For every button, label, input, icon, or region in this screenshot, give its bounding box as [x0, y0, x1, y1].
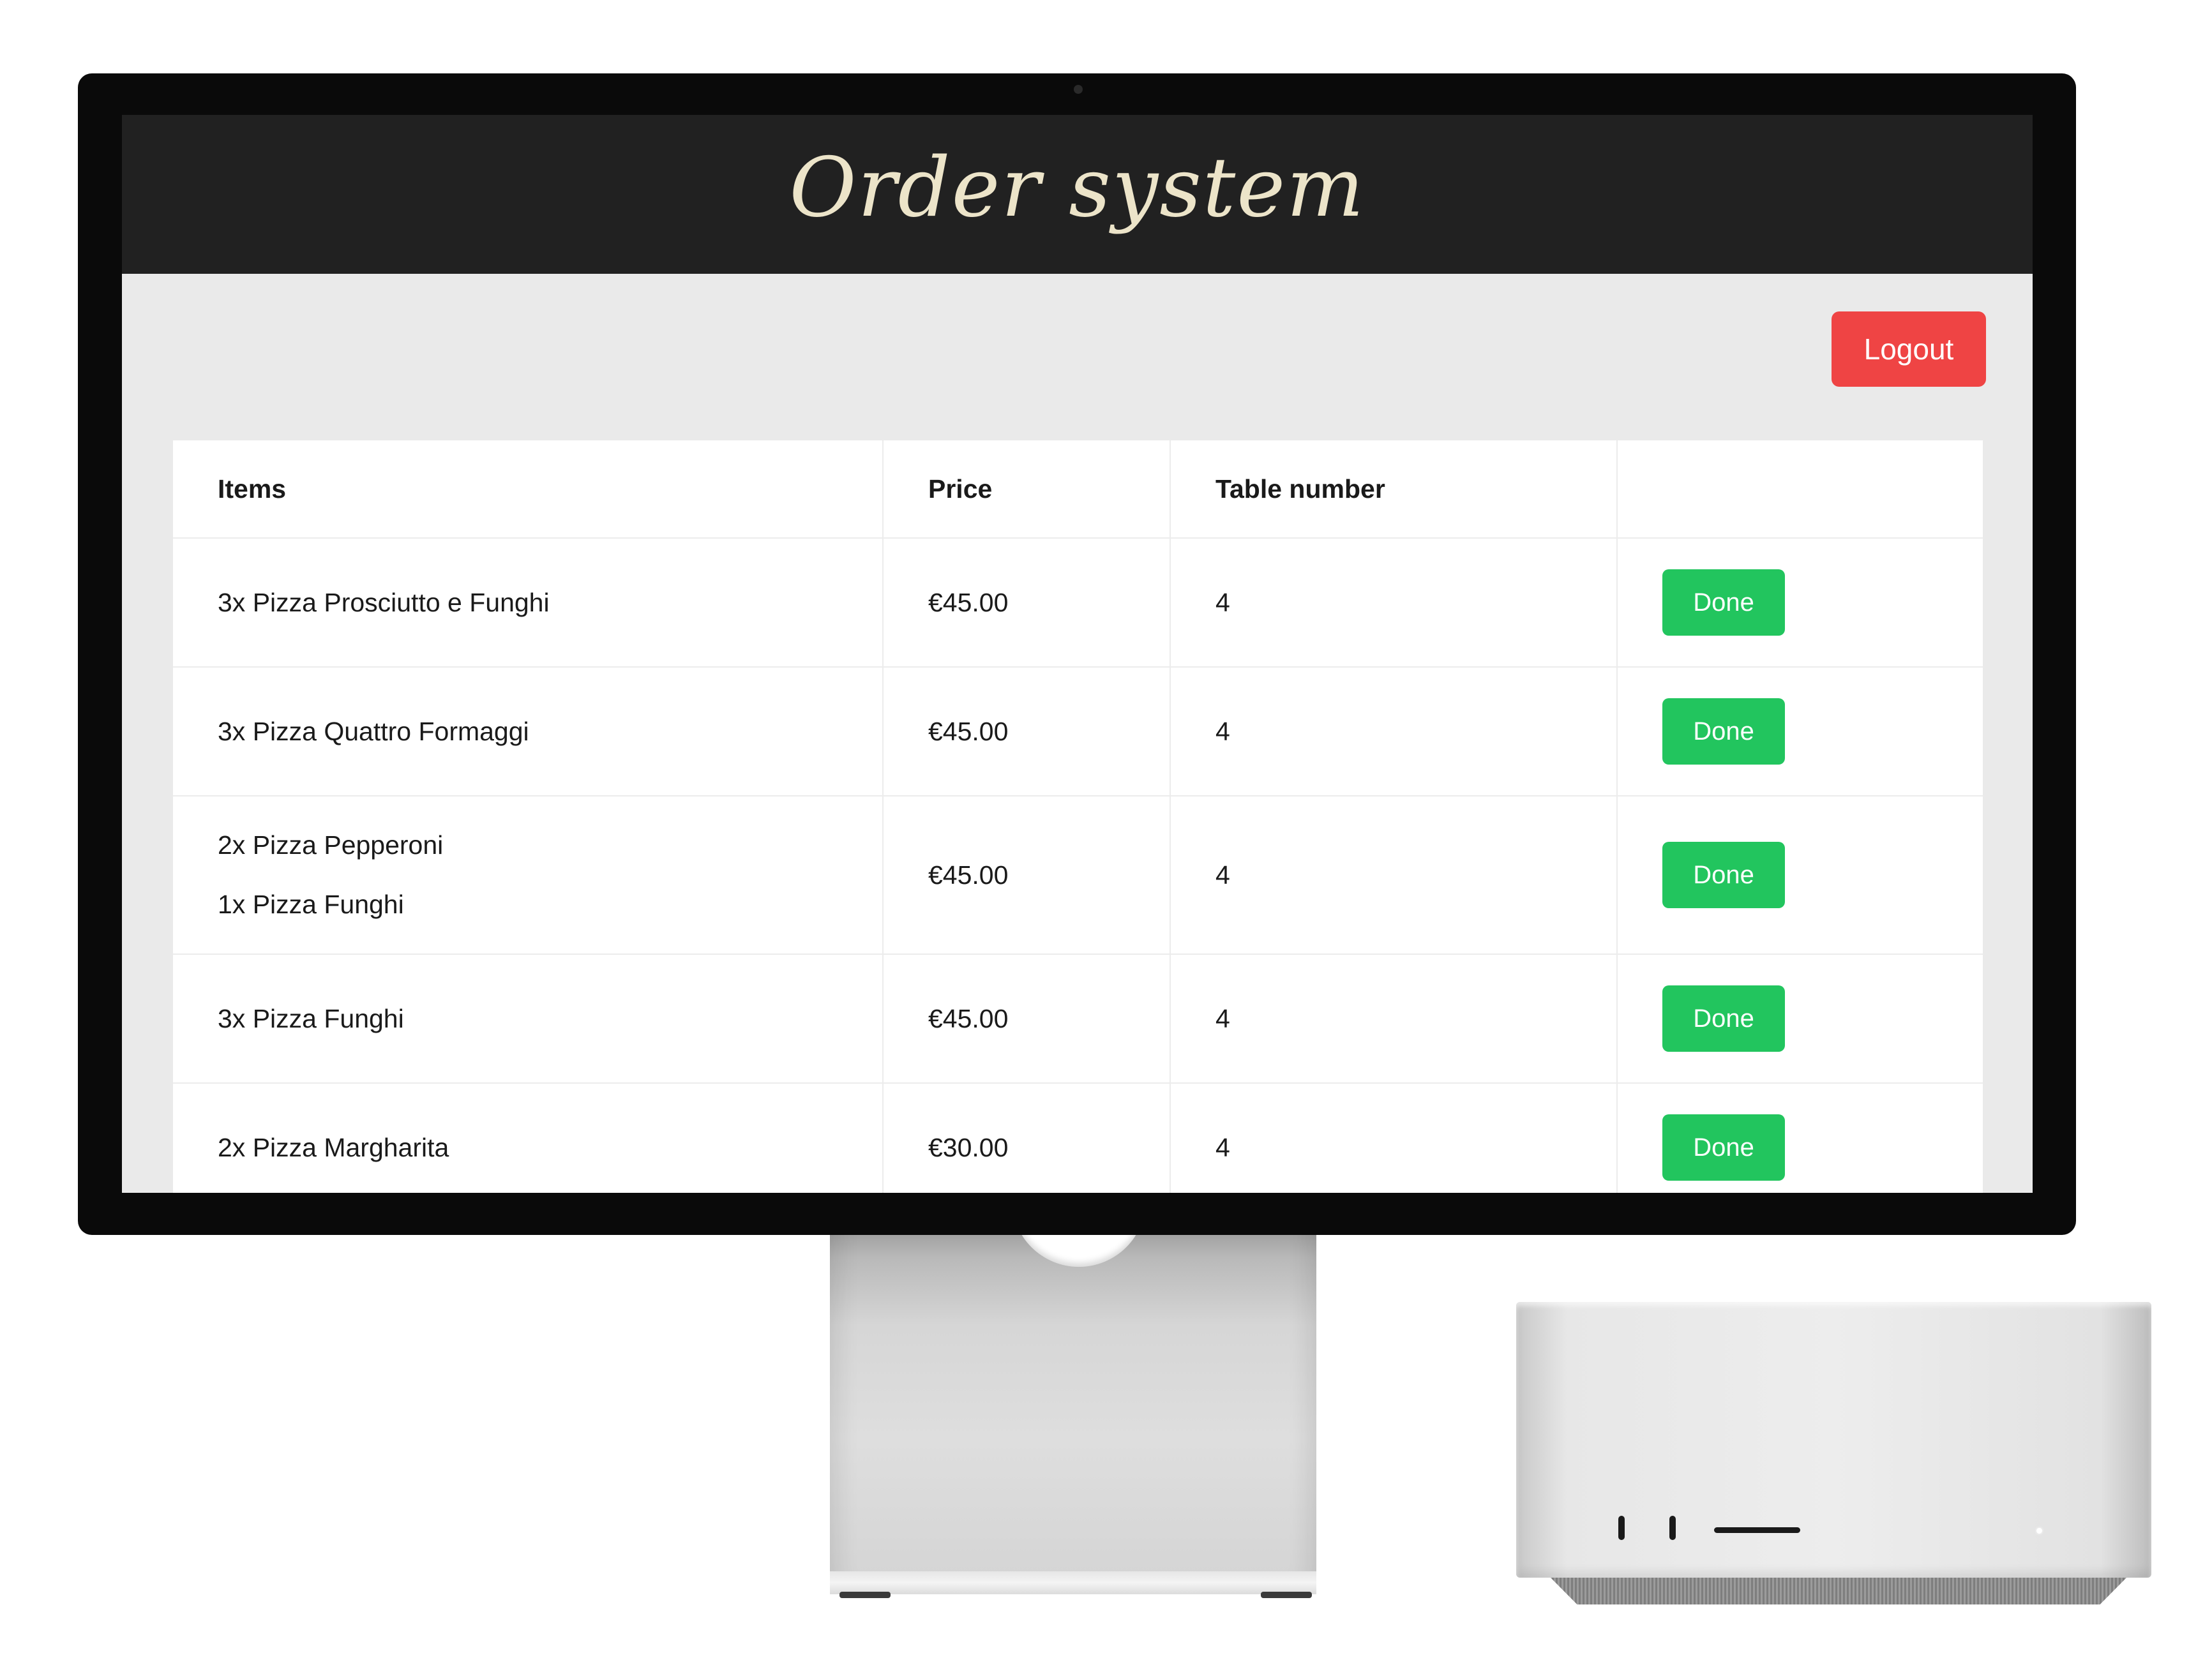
- page-title: Order system: [789, 140, 1366, 236]
- price-cell: €45.00: [883, 796, 1171, 955]
- order-item: 3x Pizza Quattro Formaggi: [218, 716, 529, 746]
- items-cell: 3x Pizza Quattro Formaggi: [173, 667, 884, 796]
- app-header: Order system: [122, 115, 2033, 274]
- done-button[interactable]: Done: [1662, 698, 1785, 765]
- items-cell: 2x Pizza Margharita: [173, 1083, 884, 1193]
- table-number-cell: 4: [1170, 796, 1618, 955]
- items-cell: 3x Pizza Funghi: [173, 954, 884, 1084]
- action-cell: Done: [1617, 796, 1983, 955]
- action-cell: Done: [1617, 538, 1983, 668]
- usb-c-port-icon: [1618, 1516, 1625, 1540]
- table-number-cell: 4: [1170, 538, 1618, 668]
- action-cell: Done: [1617, 954, 1983, 1084]
- monitor-stand: [830, 1213, 1316, 1589]
- table-row: 2x Pizza Pepperoni 1x Pizza Funghi €45.0…: [173, 796, 1983, 955]
- table-number-cell: 4: [1170, 954, 1618, 1084]
- table-row: 3x Pizza Quattro Formaggi €45.00 4 Done: [173, 667, 1983, 796]
- done-button[interactable]: Done: [1662, 569, 1785, 636]
- product-mockup-scene: Order system Logout Items Price Table nu…: [0, 0, 2212, 1660]
- items-cell: 2x Pizza Pepperoni 1x Pizza Funghi: [173, 796, 884, 955]
- table-number-cell: 4: [1170, 1083, 1618, 1193]
- table-row: 3x Pizza Prosciutto e Funghi €45.00 4 Do…: [173, 538, 1983, 668]
- sd-card-slot-icon: [1714, 1527, 1800, 1533]
- price-cell: €30.00: [883, 1083, 1171, 1193]
- order-item: 3x Pizza Funghi: [218, 1003, 404, 1033]
- table-header-row: Items Price Table number: [173, 440, 1983, 539]
- done-button[interactable]: Done: [1662, 1114, 1785, 1181]
- mac-studio: [1516, 1302, 2151, 1578]
- power-led-icon: [2036, 1528, 2042, 1534]
- action-cell: Done: [1617, 1083, 1983, 1193]
- screen: Order system Logout Items Price Table nu…: [122, 115, 2033, 1193]
- price-cell: €45.00: [883, 954, 1171, 1084]
- column-header-price: Price: [883, 440, 1171, 539]
- table-number-cell: 4: [1170, 667, 1618, 796]
- monitor-stand-foot-right: [1261, 1592, 1312, 1598]
- order-item: 3x Pizza Prosciutto e Funghi: [218, 587, 550, 617]
- logout-button[interactable]: Logout: [1832, 311, 1986, 387]
- monitor: Order system Logout Items Price Table nu…: [78, 73, 2076, 1235]
- usb-c-port-icon: [1669, 1516, 1676, 1540]
- mac-studio-base-vent: [1548, 1575, 2129, 1604]
- action-cell: Done: [1617, 667, 1983, 796]
- items-cell: 3x Pizza Prosciutto e Funghi: [173, 538, 884, 668]
- column-header-items: Items: [173, 440, 884, 539]
- order-item: 2x Pizza Pepperoni: [218, 830, 444, 860]
- column-header-table-number: Table number: [1170, 440, 1618, 539]
- camera-icon: [1074, 85, 1083, 94]
- monitor-stand-base: [830, 1571, 1316, 1594]
- table-row: 3x Pizza Funghi €45.00 4 Done: [173, 954, 1983, 1084]
- order-item: 2x Pizza Margharita: [218, 1132, 449, 1162]
- order-item: 1x Pizza Funghi: [218, 890, 404, 919]
- price-cell: €45.00: [883, 538, 1171, 668]
- column-header-action: [1617, 440, 1983, 539]
- done-button[interactable]: Done: [1662, 842, 1785, 908]
- orders-table: Items Price Table number 3x Pizza Prosci…: [173, 440, 1983, 1193]
- table-row: 2x Pizza Margharita €30.00 4 Done: [173, 1083, 1983, 1193]
- price-cell: €45.00: [883, 667, 1171, 796]
- monitor-stand-foot-left: [839, 1592, 891, 1598]
- done-button[interactable]: Done: [1662, 985, 1785, 1052]
